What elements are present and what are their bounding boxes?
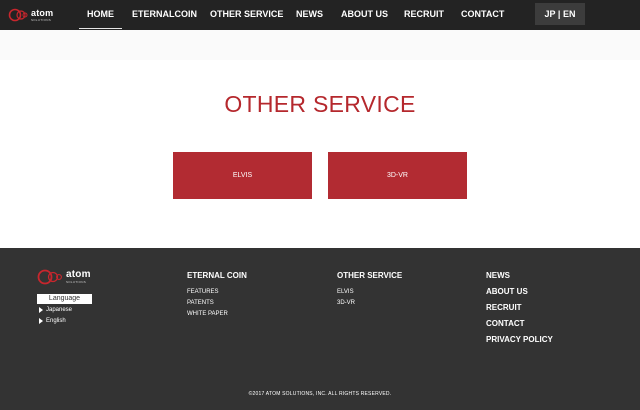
header-logo[interactable]: atom SOLUTIONS [8,7,53,23]
page-title: OTHER SERVICE [224,91,416,117]
footer-heading-eternal-coin: ETERNAL COIN [187,271,247,280]
footer-link-elvis[interactable]: ELVIS [337,289,354,295]
lang-jp-link[interactable]: JP [545,9,556,19]
footer-link-patents[interactable]: PATENTS [187,300,214,306]
lang-option-japanese[interactable]: Japanese [39,307,72,313]
footer [0,248,640,410]
logo-wordmark: atom [31,7,54,18]
footer-link-privacy-policy[interactable]: PRIVACY POLICY [486,335,553,344]
footer-link-news[interactable]: NEWS [486,271,510,280]
footer-logo[interactable]: atom SOLUTIONS [37,269,91,285]
lang-separator: | [555,9,563,19]
footer-link-3d-vr[interactable]: 3D-VR [337,300,355,306]
language-switcher: JP | EN [535,3,585,25]
lang-en-link[interactable]: EN [563,9,576,19]
header-shadow-band [0,30,640,60]
elvis-button[interactable]: ELVIS [173,152,312,199]
language-label: Language [37,294,92,304]
copyright-text: ©2017 ATOM SOLUTIONS, INC. ALL RIGHTS RE… [248,391,392,397]
nav-eternalcoin[interactable]: ETERNALCOIN [132,0,197,30]
nav-home[interactable]: HOME [79,0,122,30]
footer-link-contact[interactable]: CONTACT [486,319,525,328]
nav-recruit[interactable]: RECRUIT [404,0,444,30]
lang-option-label: English [46,318,66,324]
footer-logo-wordmark: atom [66,269,91,280]
footer-logo-subtext: SOLUTIONS [66,280,87,284]
footer-link-features[interactable]: FEATURES [187,289,219,295]
nav-contact[interactable]: CONTACT [461,0,504,30]
footer-link-white-paper[interactable]: WHITE PAPER [187,311,228,317]
3d-vr-button[interactable]: 3D-VR [328,152,467,199]
top-navigation: atom SOLUTIONS HOME ETERNALCOIN OTHER SE… [0,0,640,30]
triangle-right-icon [39,307,43,313]
footer-link-about-us[interactable]: ABOUT US [486,287,528,296]
nav-about-us[interactable]: ABOUT US [341,0,388,30]
atom-logo-icon [37,269,63,285]
nav-other-service[interactable]: OTHER SERVICE [210,0,283,30]
logo-subtext: SOLUTIONS [31,17,52,22]
lang-option-english[interactable]: English [39,318,66,324]
triangle-right-icon [39,318,43,324]
nav-news[interactable]: NEWS [296,0,323,30]
footer-heading-other-service: OTHER SERVICE [337,271,403,280]
atom-logo-icon [8,8,28,22]
footer-link-recruit[interactable]: RECRUIT [486,303,522,312]
lang-option-label: Japanese [46,307,73,313]
